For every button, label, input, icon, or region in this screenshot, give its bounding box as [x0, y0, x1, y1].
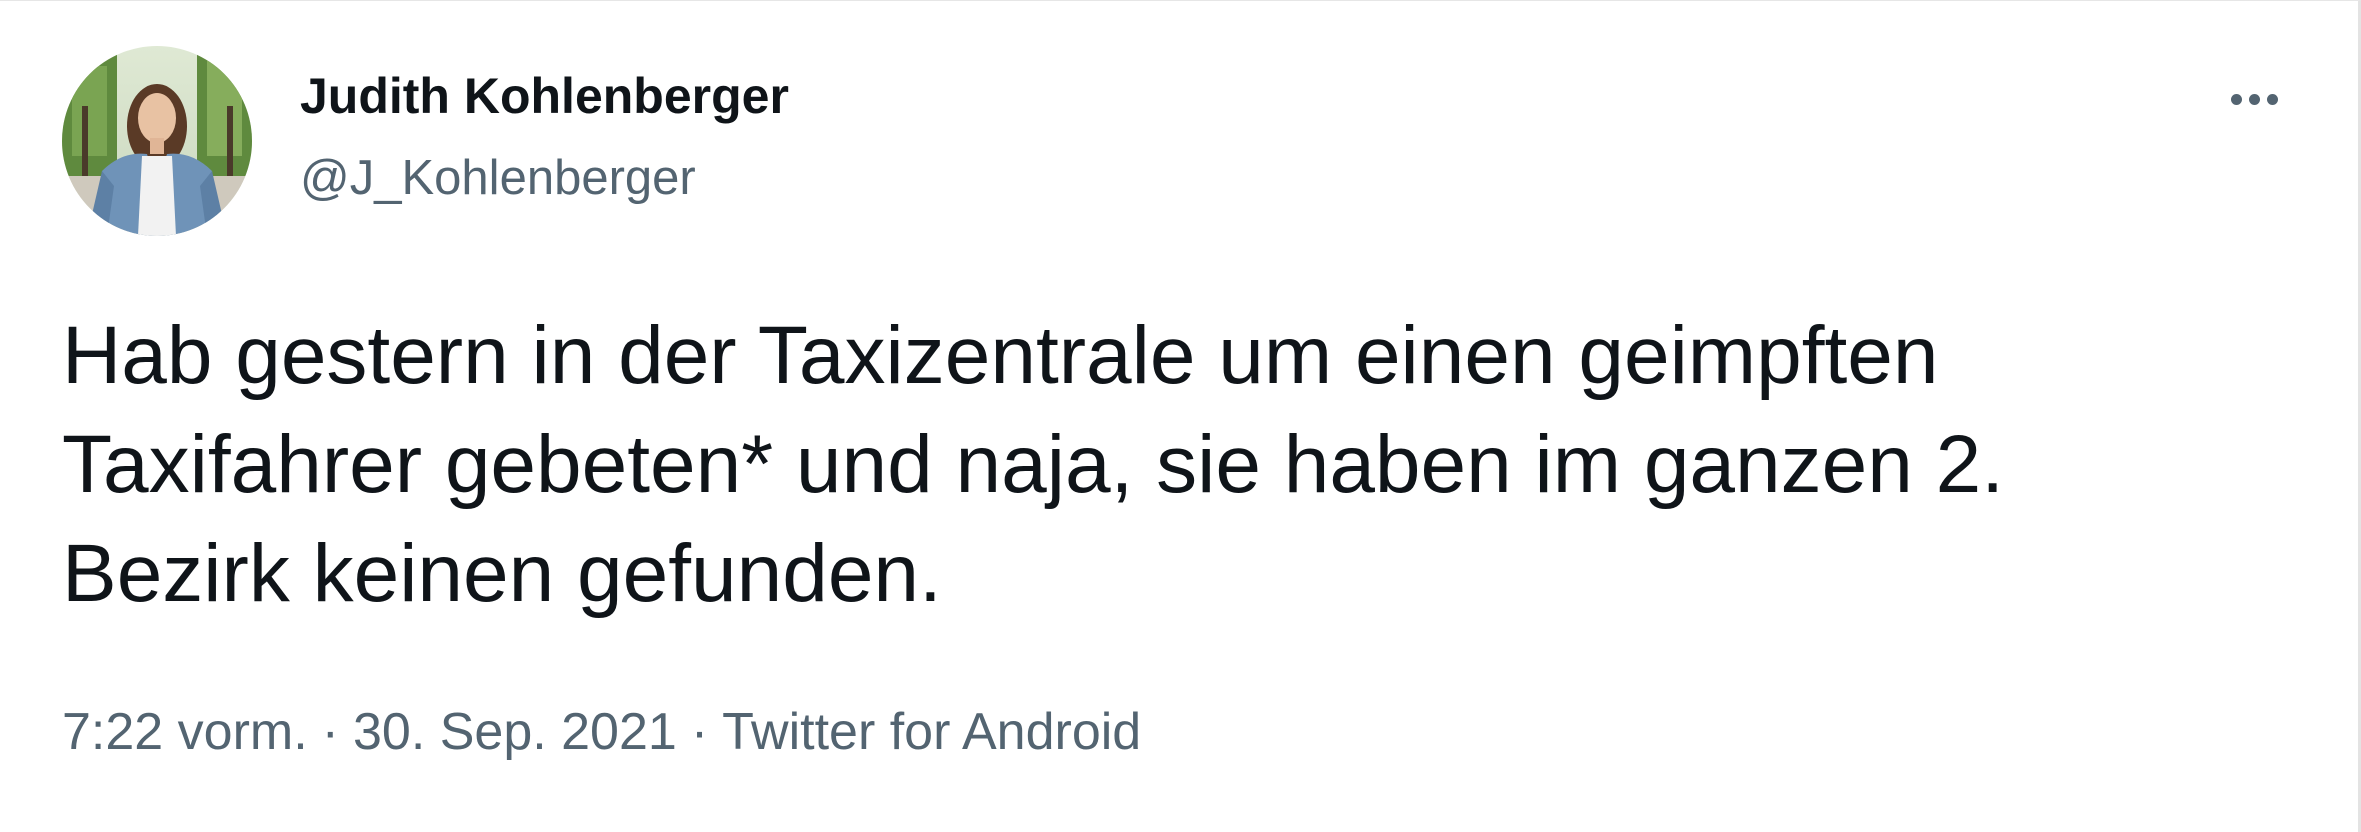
more-options-button[interactable] [2216, 69, 2292, 129]
more-horizontal-icon [2248, 93, 2260, 105]
avatar[interactable] [62, 46, 252, 236]
tweet-text: Hab gestern in der Taxizentrale um einen… [62, 301, 2302, 628]
tweet-card: Judith Kohlenberger @J_Kohlenberger Hab … [0, 0, 2361, 832]
more-horizontal-icon [2266, 93, 2278, 105]
tweet-text-line: Taxifahrer gebeten* und naja, sie haben … [62, 419, 2005, 510]
tweet-source[interactable]: Twitter for Android [722, 703, 1141, 761]
meta-separator: · [321, 703, 339, 761]
tweet-metadata: 7:22 vorm. · 30. Sep. 2021 · Twitter for And… [62, 706, 1141, 758]
tweet-time[interactable]: 7:22 vorm. [62, 703, 308, 761]
author-handle[interactable]: @J_Kohlenberger [300, 154, 696, 203]
tweet-text-line: Hab gestern in der Taxizentrale um einen… [62, 310, 1939, 401]
tweet-date[interactable]: 30. Sep. 2021 [353, 703, 677, 761]
profile-photo-icon [62, 46, 252, 236]
tweet-text-line: Bezirk keinen gefunden. [62, 528, 942, 619]
more-horizontal-icon [2230, 93, 2242, 105]
author-display-name[interactable]: Judith Kohlenberger [300, 71, 789, 121]
meta-separator: · [690, 703, 709, 761]
